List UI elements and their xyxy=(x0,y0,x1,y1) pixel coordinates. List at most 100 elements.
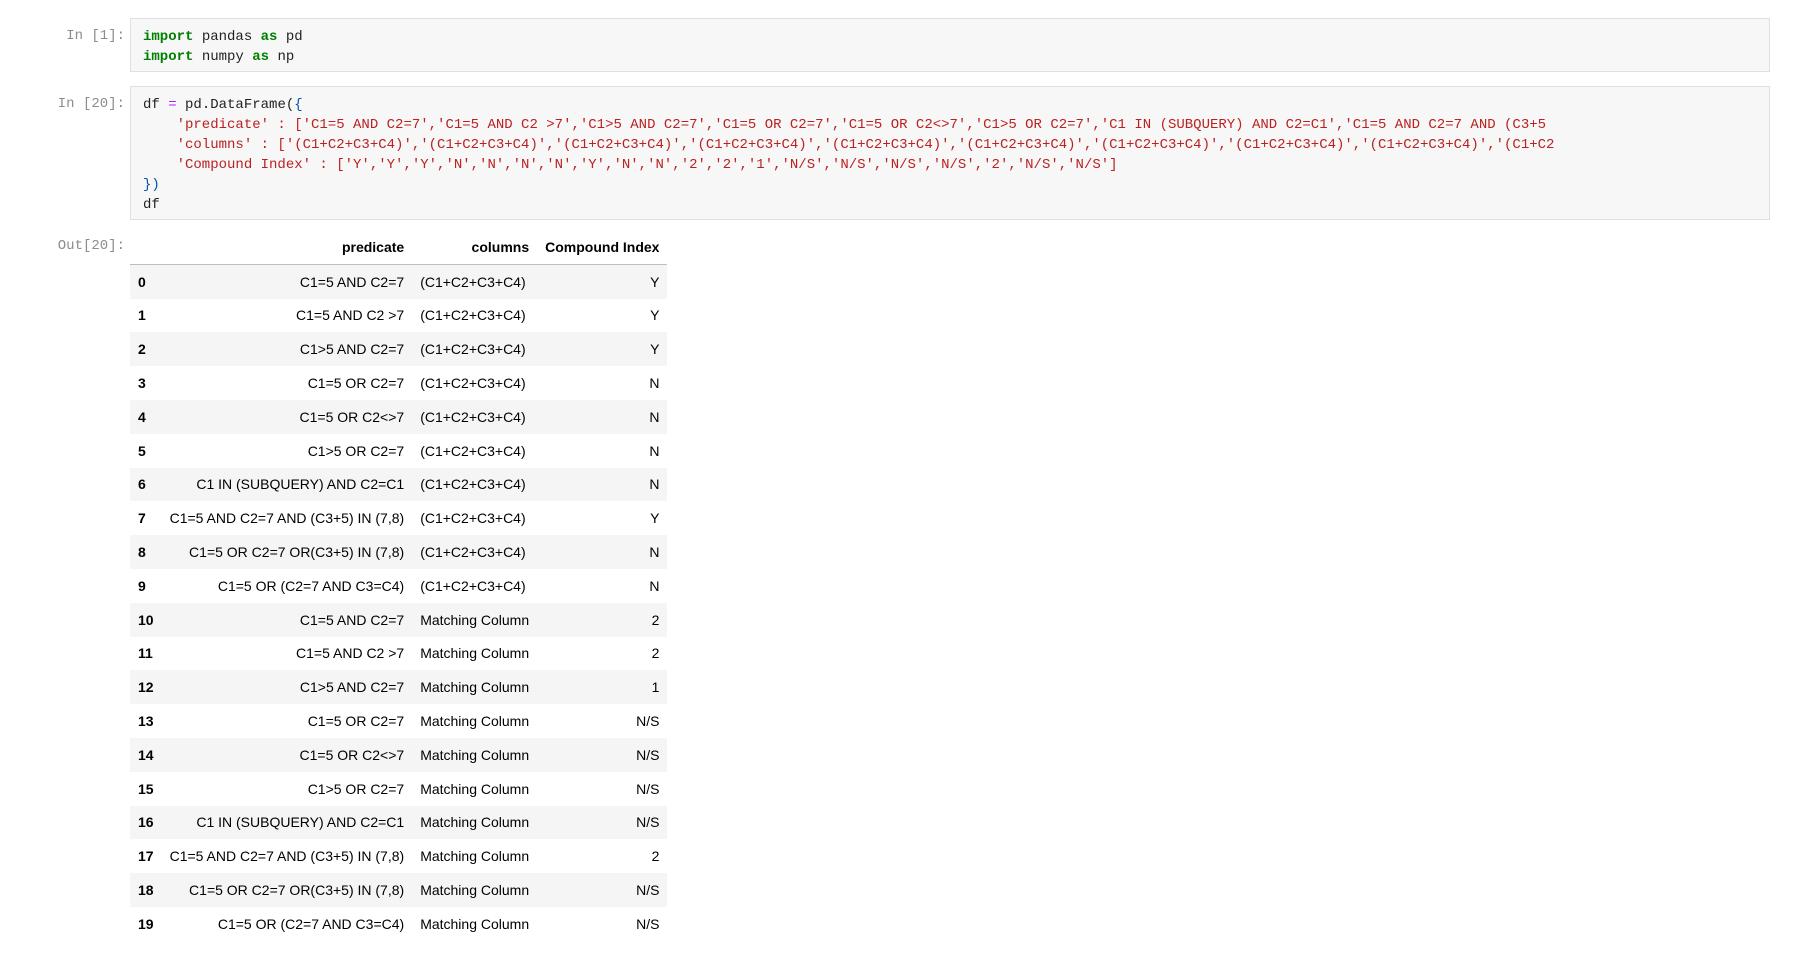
table-row: 6 C1 IN (SUBQUERY) AND C2=C1 (C1+C2+C3+C4)… xyxy=(130,467,668,502)
columns-cell: (C1+C2+C3+C4) xyxy=(420,510,526,527)
row-index: 13 xyxy=(138,713,154,730)
table-row: 14 C1=5 OR C2<>7 Matching Column N/S xyxy=(130,737,668,772)
columns-cell: (C1+C2+C3+C4) xyxy=(420,577,526,594)
compound-index-cell: N/S xyxy=(636,882,660,899)
row-index: 10 xyxy=(138,611,154,628)
table-row: 7 C1=5 AND C2=7 AND (C3+5) IN (7,8) (C1+C2… xyxy=(130,501,667,535)
predicate-cell: C1=5 AND C2=7 xyxy=(299,273,405,290)
row-index: 8 xyxy=(138,544,146,561)
compound-index-cell: 2 xyxy=(651,645,660,662)
predicate-header: predicate xyxy=(161,230,413,265)
compound-index-cell: N xyxy=(649,476,660,493)
compound-index-cell: 1 xyxy=(651,679,660,696)
code-line-dataframe: df = pd.DataFrame({ xyxy=(143,97,303,113)
code-line-1: import pandas as pd xyxy=(143,29,303,45)
columns-cell: (C1+C2+C3+C4) xyxy=(420,375,526,392)
table-row: 9 C1=5 OR (C2=7 AND C3=C4) (C1+C2+C3+C4) N xyxy=(130,569,667,603)
code-line-close: }) xyxy=(143,177,160,193)
columns-cell: Matching Column xyxy=(420,814,530,831)
compound-index-cell: N/S xyxy=(636,746,660,763)
columns-cell: (C1+C2+C3+C4) xyxy=(420,273,526,290)
table-row: 4 C1=5 OR C2<>7 (C1+C2+C3+C4) N xyxy=(130,399,668,434)
columns-cell: Matching Column xyxy=(420,611,530,628)
row-index: 7 xyxy=(138,510,146,527)
predicate-cell: C1=5 AND C2=7 AND (C3+5) IN (7,8) xyxy=(169,510,405,527)
columns-cell: Matching Column xyxy=(420,645,530,662)
predicate-cell: C1=5 AND C2=7 AND (C3+5) IN (7,8) xyxy=(169,848,405,865)
row-index: 14 xyxy=(138,746,154,763)
table-row: 12 C1>5 AND C2=7 Matching Column 1 xyxy=(130,670,668,705)
columns-cell: Matching Column xyxy=(420,746,530,763)
table-row: 2 C1>5 AND C2=7 (C1+C2+C3+C4) Y xyxy=(130,332,668,367)
row-index: 19 xyxy=(138,915,154,932)
row-index: 12 xyxy=(138,679,154,696)
compound-index-cell: N/S xyxy=(636,713,660,730)
predicate-cell: C1>5 OR C2=7 xyxy=(307,442,405,459)
index-header xyxy=(130,230,162,265)
table-row: 0 C1=5 AND C2=7 (C1+C2+C3+C4) Y xyxy=(130,264,668,299)
predicate-cell: C1=5 OR (C2=7 AND C3=C4) xyxy=(217,577,405,594)
row-index: 5 xyxy=(138,442,146,459)
predicate-cell: C1=5 OR (C2=7 AND C3=C4) xyxy=(217,915,405,932)
compound-index-cell: N xyxy=(649,544,660,561)
row-index: 6 xyxy=(138,476,146,493)
columns-cell: (C1+C2+C3+C4) xyxy=(420,476,526,493)
compound-index-cell: 2 xyxy=(651,848,660,865)
predicate-cell: C1>5 AND C2=7 xyxy=(299,341,405,358)
table-row: 8 C1=5 OR C2=7 OR(C3+5) IN (7,8) (C1+C2+C3… xyxy=(130,535,668,569)
compound-index-cell: N xyxy=(649,577,660,594)
compound-index-cell: 2 xyxy=(651,611,660,628)
code-line-compound-index: 'Compound Index' : ['Y','Y','Y','N','N',… xyxy=(143,157,1118,173)
table-row: 17 C1=5 AND C2=7 AND (C3+5) IN (7,8) Match… xyxy=(130,839,667,873)
columns-cell: (C1+C2+C3+C4) xyxy=(420,307,526,324)
compound-index-cell: N/S xyxy=(636,780,660,797)
code-line-columns: 'columns' : ['(C1+C2+C3+C4)','(C1+C2+C3+… xyxy=(143,137,1555,153)
compound-index-header: Compound Index xyxy=(537,230,668,265)
compound-index-cell: Y xyxy=(650,510,660,527)
predicate-cell: C1=5 OR C2<>7 xyxy=(299,408,405,425)
predicate-cell: C1=5 AND C2 >7 xyxy=(296,307,405,324)
row-index: 2 xyxy=(138,341,146,358)
code-cell-1[interactable]: import pandas as pd import numpy as np xyxy=(130,18,1770,72)
row-index: 9 xyxy=(138,577,146,594)
predicate-cell: C1=5 OR C2<>7 xyxy=(299,746,405,763)
predicate-cell: C1 IN (SUBQUERY) AND C2=C1 xyxy=(196,814,405,831)
table-row: 16 C1 IN (SUBQUERY) AND C2=C1 Matching Col… xyxy=(130,805,668,840)
row-index: 17 xyxy=(138,848,154,865)
predicate-cell: C1=5 AND C2 >7 xyxy=(296,645,405,662)
predicate-cell: C1>5 AND C2=7 xyxy=(299,679,405,696)
row-index: 3 xyxy=(138,375,146,392)
columns-cell: Matching Column xyxy=(420,848,530,865)
table-row: 19 C1=5 OR (C2=7 AND C3=C4) Matching Colum… xyxy=(130,907,667,941)
table-row: 3 C1=5 OR C2=7 (C1+C2+C3+C4) N xyxy=(130,366,667,400)
columns-cell: Matching Column xyxy=(420,780,530,797)
columns-cell: (C1+C2+C3+C4) xyxy=(420,341,526,358)
row-index: 0 xyxy=(138,273,146,290)
row-index: 18 xyxy=(138,882,154,899)
table-row: 13 C1=5 OR C2=7 Matching Column N/S xyxy=(130,704,667,738)
columns-cell: Matching Column xyxy=(420,713,530,730)
table-row: 15 C1>5 OR C2=7 Matching Column N/S xyxy=(130,772,667,806)
row-index: 15 xyxy=(138,780,154,797)
predicate-cell: C1=5 OR C2=7 xyxy=(307,375,405,392)
compound-index-cell: N/S xyxy=(636,915,660,932)
table-row: 11 C1=5 AND C2 >7 Matching Column 2 xyxy=(130,637,667,671)
code-cell-20[interactable]: df = pd.DataFrame({ 'predicate' : ['C1=5… xyxy=(130,86,1770,220)
dataframe-table: predicate columns Compound Index 0 C1=5 A… xyxy=(130,230,668,941)
code-line-predicate: 'predicate' : ['C1=5 AND C2=7','C1=5 AND… xyxy=(143,117,1547,133)
compound-index-cell: N xyxy=(649,408,660,425)
compound-index-cell: N xyxy=(649,442,660,459)
predicate-cell: C1 IN (SUBQUERY) AND C2=C1 xyxy=(196,476,405,493)
row-index: 1 xyxy=(138,307,146,324)
columns-cell: Matching Column xyxy=(420,882,530,899)
code-line-df: df xyxy=(143,197,160,213)
row-index: 16 xyxy=(138,814,154,831)
compound-index-cell: Y xyxy=(650,273,660,290)
table-row: 5 C1>5 OR C2=7 (C1+C2+C3+C4) N xyxy=(130,434,667,468)
columns-cell: Matching Column xyxy=(420,679,530,696)
code-line-2: import numpy as np xyxy=(143,49,295,65)
columns-cell: (C1+C2+C3+C4) xyxy=(420,544,526,561)
compound-index-cell: N/S xyxy=(636,814,660,831)
row-index: 4 xyxy=(138,408,146,425)
table-row: 10 C1=5 AND C2=7 Matching Column 2 xyxy=(130,602,668,637)
